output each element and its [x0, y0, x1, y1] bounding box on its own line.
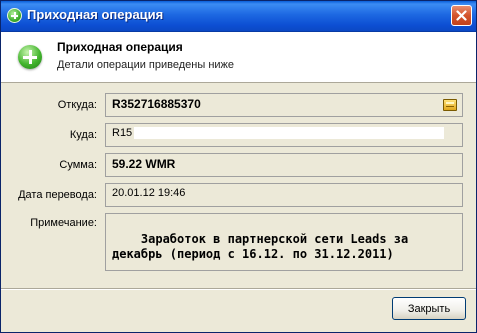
plus-circle-icon [7, 8, 22, 23]
date-label: Дата перевода: [18, 189, 97, 201]
close-window-button[interactable] [451, 5, 472, 26]
close-button[interactable]: Закрыть [392, 297, 466, 320]
amount-label: Сумма: [59, 159, 97, 171]
note-value: Заработок в партнерской сети Leads за де… [112, 232, 416, 261]
dialog-window: Приходная операция Приходная операция Де… [0, 0, 477, 333]
redaction-mask [134, 127, 445, 140]
dialog-header: Приходная операция Детали операции приве… [1, 32, 476, 83]
title-bar[interactable]: Приходная операция [1, 1, 476, 32]
from-label: Откуда: [57, 99, 97, 111]
amount-field[interactable]: 59.22 WMR [105, 153, 463, 177]
to-label: Куда: [69, 129, 97, 141]
header-subtitle: Детали операции приведены ниже [57, 59, 235, 71]
header-title: Приходная операция [57, 40, 183, 54]
amount-value: 59.22 WMR [112, 157, 176, 171]
wallet-icon[interactable] [443, 99, 457, 111]
footer-divider [1, 288, 476, 290]
window-title: Приходная операция [27, 7, 164, 22]
from-value: R352716885370 [112, 97, 201, 111]
close-icon [456, 10, 467, 21]
plus-circle-icon [18, 45, 42, 69]
close-button-label: Закрыть [407, 302, 451, 315]
to-field[interactable]: R15 [105, 123, 463, 147]
date-value: 20.01.12 19:46 [112, 187, 186, 199]
to-value-prefix: R15 [112, 127, 133, 139]
note-label: Примечание: [30, 217, 97, 229]
date-field[interactable]: 20.01.12 19:46 [105, 183, 463, 207]
note-field[interactable]: Заработок в партнерской сети Leads за де… [105, 213, 463, 271]
from-field[interactable]: R352716885370 [105, 93, 463, 117]
